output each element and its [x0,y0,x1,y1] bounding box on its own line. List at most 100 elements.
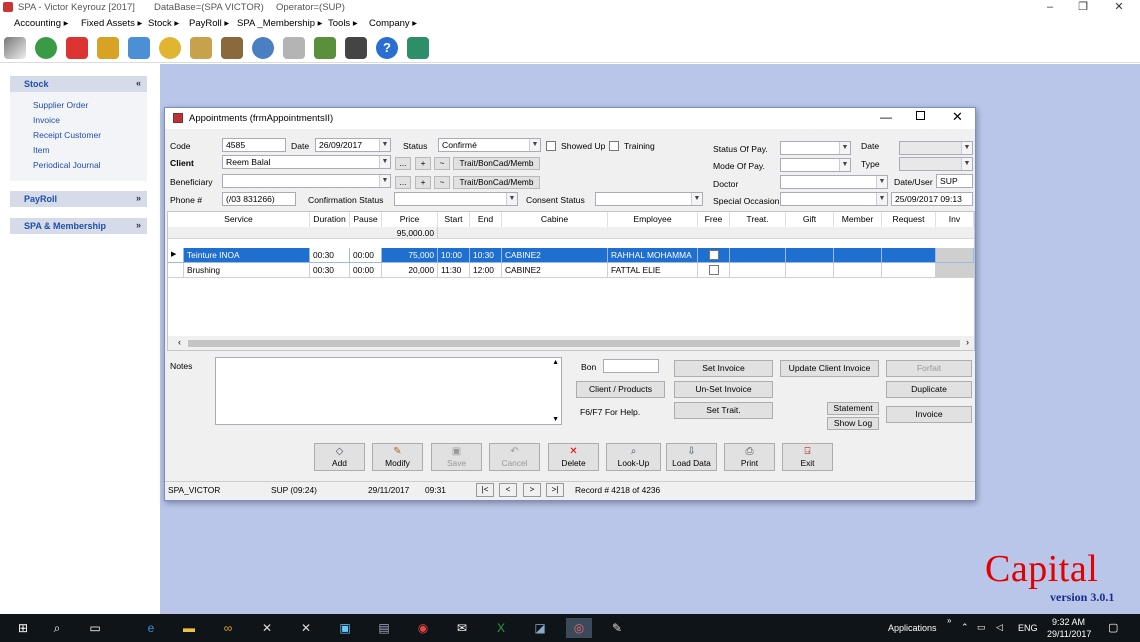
unset-invoice-button[interactable]: Un-Set Invoice [674,381,773,398]
cell-member[interactable] [834,248,882,263]
cell-free[interactable] [698,248,730,263]
status-select[interactable]: Confirmé ▼ [438,138,541,152]
doctor-select[interactable]: ▼ [780,175,888,189]
status-of-pay-select[interactable]: ▼ [780,141,851,155]
scroll-down-icon[interactable]: ▼ [552,416,559,423]
network-icon[interactable]: ▭ [977,622,986,633]
cancel-doc-icon[interactable] [66,37,88,59]
cell-service[interactable]: Brushing [184,263,310,278]
showed-up-checkbox[interactable] [546,141,556,151]
special-occasion-select[interactable]: ▼ [780,192,888,206]
modify-button[interactable]: ✎ Modify [372,443,423,471]
clock-date[interactable]: 29/11/2017 [1047,629,1091,639]
cell-free[interactable] [698,263,730,278]
report-icon[interactable] [283,37,305,59]
chevron-down-icon[interactable]: ▼ [379,175,390,187]
expand-icon[interactable]: » [136,193,141,203]
app-icon-2[interactable]: ▣ [334,618,356,638]
language-indicator[interactable]: ENG [1018,623,1038,633]
sidebar-item-periodical-journal[interactable]: Periodical Journal [33,160,101,170]
beneficiary-link-button[interactable]: ~ [434,176,450,189]
cell-gift[interactable] [786,248,834,263]
code-field[interactable]: 4585 [222,138,286,152]
services-grid[interactable]: Service Duration Pause Price Start End C… [167,211,975,351]
task-view-icon[interactable]: ▭ [84,618,106,638]
file-explorer-icon[interactable]: ▬ [178,618,200,638]
cell-gift[interactable] [786,263,834,278]
collapse-icon[interactable]: « [136,78,141,88]
scroll-right-icon[interactable]: › [966,337,969,347]
clipboard-icon[interactable] [221,37,243,59]
col-gift[interactable]: Gift [786,212,834,227]
duplicate-button[interactable]: Duplicate [886,381,972,398]
payroll-section-header[interactable]: PayRoll » [10,191,147,207]
sidebar-item-invoice[interactable]: Invoice [33,115,60,125]
pencil-icon[interactable] [4,37,26,59]
cell-service[interactable]: Teinture INOA [184,248,310,263]
consent-status-select[interactable]: ▼ [595,192,703,206]
stock-section-header[interactable]: Stock « [10,76,147,92]
close-icon[interactable]: ✕ [952,109,963,125]
cell-price[interactable]: 75,000 [382,248,438,263]
chevron-down-icon[interactable]: ▼ [839,159,850,171]
print-button[interactable]: ⎙ Print [724,443,775,471]
notes-textarea[interactable]: ▲ ▼ [215,357,562,425]
overflow-icon[interactable]: » [947,616,951,625]
chevron-down-icon[interactable]: ▼ [379,139,390,151]
menu-tools[interactable]: Tools ▸ [328,18,358,29]
nav-first-button[interactable]: |< [476,483,494,497]
cell-start[interactable]: 10:00 [438,248,470,263]
windows-start-icon[interactable]: ⊞ [12,618,34,638]
paint-icon[interactable]: ✎ [606,618,628,638]
free-checkbox[interactable] [709,265,719,275]
col-pause[interactable]: Pause [350,212,382,227]
car-add-icon[interactable] [128,37,150,59]
cell-duration[interactable]: 00:30 [310,263,350,278]
cell-treat[interactable] [730,263,786,278]
excel-icon[interactable]: X [490,618,512,638]
clock-time[interactable]: 9:32 AM [1052,617,1085,627]
col-start[interactable]: Start [438,212,470,227]
bon-field[interactable] [603,359,659,373]
col-free[interactable]: Free [698,212,730,227]
mode-of-pay-select[interactable]: ▼ [780,158,851,172]
chevron-down-icon[interactable]: ▼ [876,176,887,188]
mail-icon[interactable]: ✉ [451,618,473,638]
delete-button[interactable]: ✕ Delete [548,443,599,471]
horizontal-scrollbar[interactable]: ‹ › [168,336,974,350]
free-checkbox[interactable] [709,250,719,260]
cell-employee[interactable]: RAHHAL MOHAMMA [608,248,698,263]
chevron-down-icon[interactable]: ▼ [506,193,517,205]
client-add-button[interactable]: + [415,157,431,170]
edge-icon[interactable]: e [140,618,162,638]
cell-cabine[interactable]: CABINE2 [502,263,608,278]
col-service[interactable]: Service [168,212,310,227]
phone-field[interactable]: (/03 831266) [222,192,296,206]
folder-icon[interactable] [97,37,119,59]
col-treat[interactable]: Treat. [730,212,786,227]
cell-request[interactable] [882,263,936,278]
menu-stock[interactable]: Stock ▸ [148,18,179,29]
cell-inv[interactable] [936,263,974,278]
chevron-down-icon[interactable]: ▼ [839,142,850,154]
coins-icon[interactable] [159,37,181,59]
app-icon-3[interactable]: ◪ [529,618,551,638]
minimize-icon[interactable]: – [1036,0,1064,16]
cell-pause[interactable]: 00:00 [350,263,382,278]
nav-next-button[interactable]: > [523,483,541,497]
cell-member[interactable] [834,263,882,278]
cell-treat[interactable] [730,248,786,263]
chevron-down-icon[interactable]: ▼ [876,193,887,205]
sidebar-item-supplier-order[interactable]: Supplier Order [33,100,88,110]
cell-start[interactable]: 11:30 [438,263,470,278]
show-log-button[interactable]: Show Log [827,417,879,430]
exit-icon[interactable] [407,37,429,59]
applications-label[interactable]: Applications [888,623,937,633]
col-duration[interactable]: Duration [310,212,350,227]
beneficiary-add-button[interactable]: + [415,176,431,189]
capital-app-icon[interactable]: ◎ [566,618,592,638]
notifications-icon[interactable]: ▢ [1108,621,1118,634]
search-icon[interactable]: ⌕ [46,618,68,638]
remote-desktop-icon[interactable]: ▤ [373,618,395,638]
help-icon[interactable]: ? [376,37,398,59]
